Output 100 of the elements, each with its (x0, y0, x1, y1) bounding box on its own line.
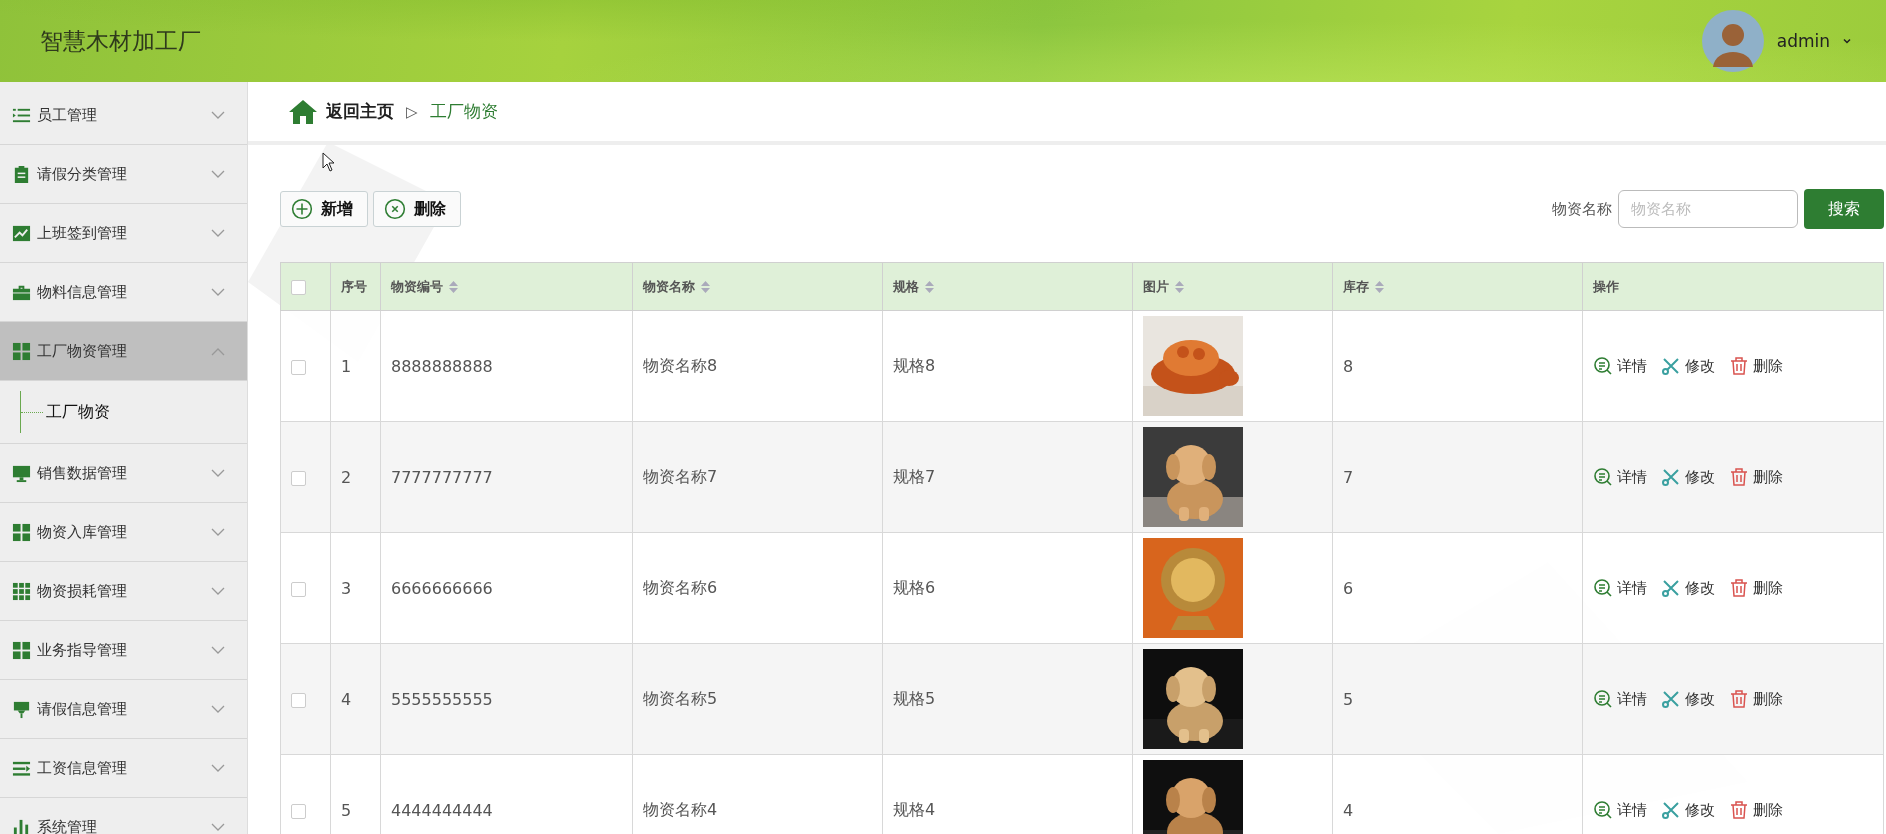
search-icon (1593, 800, 1613, 820)
sidebar-item[interactable]: 工资信息管理 (0, 739, 247, 798)
menu-icon (12, 223, 31, 243)
trash-icon (1729, 800, 1749, 820)
table-cell: 1 (341, 356, 352, 376)
sidebar-item[interactable]: 上班签到管理 (0, 204, 247, 263)
sidebar-subitem[interactable]: 工厂物资 (46, 401, 110, 423)
sidebar-item[interactable]: 物资损耗管理 (0, 562, 247, 621)
table-cell: 4 (341, 689, 352, 709)
home-link[interactable]: 返回主页 (326, 100, 394, 123)
table-cell: 5555555555 (391, 689, 493, 709)
avatar[interactable] (1700, 9, 1765, 73)
sidebar-item[interactable]: 员工管理 (0, 86, 247, 145)
table-cell: 物资名称5 (643, 688, 718, 708)
menu-icon (12, 341, 31, 361)
delete-link[interactable]: 删除 (1729, 356, 1783, 376)
sidebar-item[interactable]: 请假分类管理 (0, 145, 247, 204)
table-cell: 规格8 (893, 355, 936, 375)
sidebar-item[interactable]: 业务指导管理 (0, 621, 247, 680)
sort-icon[interactable] (701, 280, 710, 293)
table-cell: 6 (1343, 578, 1354, 598)
menu-icon (12, 463, 31, 483)
column-header[interactable]: 物资编号 (391, 277, 443, 296)
column-header[interactable]: 图片 (1143, 277, 1169, 296)
delete-link[interactable]: 删除 (1729, 689, 1783, 709)
sidebar-item[interactable]: 工厂物资管理 (0, 322, 247, 381)
tree-line (20, 391, 43, 433)
table-cell: 4444444444 (391, 800, 493, 820)
sidebar-item[interactable]: 系统管理 (0, 798, 247, 834)
search-icon (1593, 689, 1613, 709)
table-cell: 规格4 (893, 799, 936, 819)
delete-button[interactable]: 删除 (373, 191, 461, 227)
checkbox[interactable] (291, 803, 306, 819)
delete-link[interactable]: 删除 (1729, 800, 1783, 820)
table-cell: 物资名称8 (643, 355, 718, 375)
sidebar-item[interactable]: 物资入库管理 (0, 503, 247, 562)
breadcrumb-current: 工厂物资 (429, 100, 498, 123)
table-cell: 物资名称4 (643, 799, 718, 819)
plus-icon (291, 198, 313, 220)
delete-link[interactable]: 删除 (1729, 578, 1783, 598)
table-cell: 规格7 (893, 466, 936, 486)
column-header: 序号 (341, 277, 367, 296)
table-cell: 规格5 (893, 688, 936, 708)
edit-link[interactable]: 修改 (1661, 689, 1715, 709)
table-cell: 8 (1343, 356, 1354, 376)
menu-icon (12, 164, 31, 184)
search-icon (1593, 467, 1613, 487)
checkbox[interactable] (291, 581, 306, 597)
sort-icon[interactable] (1375, 280, 1384, 293)
detail-link[interactable]: 详情 (1593, 356, 1647, 376)
checkbox[interactable] (291, 692, 306, 708)
table-cell: 4 (1343, 800, 1354, 820)
search-icon (1593, 356, 1613, 376)
detail-link[interactable]: 详情 (1593, 578, 1647, 598)
table-cell: 7 (1343, 467, 1354, 487)
detail-link[interactable]: 详情 (1593, 467, 1647, 487)
breadcrumb-separator: ▷ (406, 102, 418, 121)
username[interactable]: admin (1776, 31, 1830, 51)
edit-link[interactable]: 修改 (1661, 467, 1715, 487)
sidebar-item[interactable]: 销售数据管理 (0, 444, 247, 503)
close-icon (384, 198, 406, 220)
search-field[interactable]: 物资名称 (1618, 190, 1798, 228)
column-header[interactable]: 库存 (1343, 277, 1369, 296)
mouse-cursor (322, 152, 335, 172)
edit-link[interactable]: 修改 (1661, 578, 1715, 598)
table-cell: 8888888888 (391, 356, 493, 376)
table-cell: 物资名称6 (643, 577, 718, 597)
edit-link[interactable]: 修改 (1661, 800, 1715, 820)
table-cell: 6666666666 (391, 578, 493, 598)
table-cell: 3 (341, 578, 352, 598)
detail-link[interactable]: 详情 (1593, 689, 1647, 709)
search-button[interactable]: 搜索 (1804, 189, 1884, 229)
table-cell: 5 (1343, 689, 1354, 709)
menu-icon (12, 522, 31, 542)
trash-icon (1729, 356, 1749, 376)
column-header[interactable]: 规格 (893, 277, 919, 296)
sort-icon[interactable] (1175, 280, 1184, 293)
table-cell: 2 (341, 467, 352, 487)
checkbox[interactable] (291, 279, 306, 295)
menu-icon (12, 699, 31, 719)
table-cell: 物资名称7 (643, 466, 718, 486)
checkbox[interactable] (291, 359, 306, 375)
sort-icon[interactable] (925, 280, 934, 293)
app-title: 智慧木材加工厂 (40, 26, 201, 56)
detail-link[interactable]: 详情 (1593, 800, 1647, 820)
search-icon (1593, 578, 1613, 598)
search-label: 物资名称 (1552, 199, 1612, 219)
sidebar-item[interactable]: 请假信息管理 (0, 680, 247, 739)
menu-icon (12, 581, 31, 601)
menu-icon (12, 817, 31, 834)
column-header[interactable]: 物资名称 (643, 277, 695, 296)
add-button[interactable]: 新增 (280, 191, 368, 227)
checkbox[interactable] (291, 470, 306, 486)
table-cell: 规格6 (893, 577, 936, 597)
delete-link[interactable]: 删除 (1729, 467, 1783, 487)
caret-icon[interactable] (1842, 36, 1852, 46)
edit-link[interactable]: 修改 (1661, 356, 1715, 376)
trash-icon (1729, 467, 1749, 487)
table-cell: 7777777777 (391, 467, 493, 487)
home-icon[interactable] (288, 98, 318, 125)
